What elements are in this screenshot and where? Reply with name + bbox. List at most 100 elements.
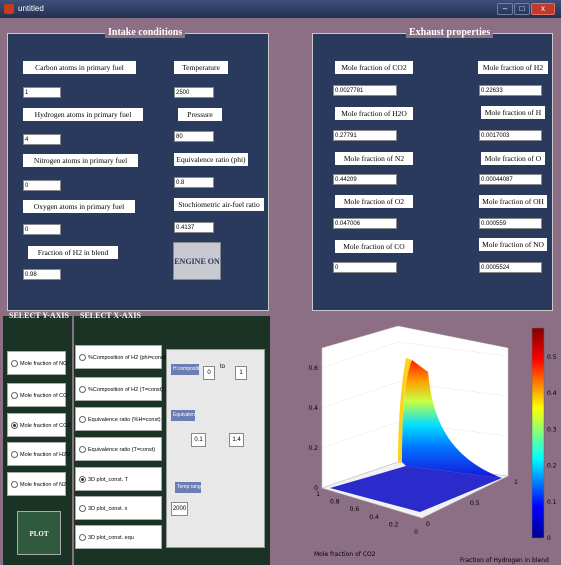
x-option-label: Equivalence ratio (T=const) xyxy=(88,447,156,453)
n2-value: 0.44209 xyxy=(333,174,397,185)
eq-from-input[interactable]: 0.1 xyxy=(191,433,206,447)
close-button[interactable]: x xyxy=(531,3,555,15)
range-controls: H composition 0 to 1 Equivalence 0.1 1.4… xyxy=(166,349,265,548)
plot-graph-button[interactable]: PLOT GRAPH xyxy=(17,511,61,555)
y-tick-label: 0.8 xyxy=(330,499,340,506)
engine-on-button[interactable]: ENGINE ON xyxy=(173,242,221,280)
carbon-atoms-label: Carbon atoms in primary fuel xyxy=(23,61,136,74)
x-option-equ-t[interactable]: Equivalence ratio (T=const) xyxy=(75,437,162,461)
radio-selected-icon xyxy=(11,422,18,429)
radio-icon xyxy=(79,534,86,541)
y-tick-label: 0.4 xyxy=(369,514,379,521)
equivalence-tag: Equivalence xyxy=(171,410,195,421)
y-option-label: Mole fraction of N2 xyxy=(20,482,67,488)
h2-fraction-label: Fraction of H2 in blend xyxy=(28,246,118,259)
intake-panel-title: Intake conditions xyxy=(105,27,186,38)
x-option-label: 3D plot_const. x xyxy=(88,506,128,512)
colorbar-tick-label: 0.5 xyxy=(547,354,557,361)
oxygen-atoms-input[interactable]: 0 xyxy=(23,224,61,235)
radio-icon xyxy=(11,451,18,458)
x-option-label: 3D plot_const. equ xyxy=(88,535,134,541)
y-option-co[interactable]: Mole fraction of CO xyxy=(7,383,67,407)
y-option-co2[interactable]: Mole fraction of CO2 xyxy=(7,413,70,437)
oh-value: 0.000559 xyxy=(479,218,542,229)
x-option-label: %Composition of H2 (T=const) xyxy=(88,387,164,393)
radio-selected-icon xyxy=(79,476,86,483)
x-option-equ-h[interactable]: Equivalence ratio (%H=const) xyxy=(75,407,162,431)
y-option-h2o[interactable]: Mole fraction of H2O xyxy=(7,442,70,466)
o2-value: 0.047006 xyxy=(333,218,397,229)
h-value: 0.0017003 xyxy=(479,130,542,141)
window-titlebar: untitled – □ x xyxy=(0,0,561,18)
colorbar-tick-label: 0.3 xyxy=(547,426,557,433)
x-option-3d-equ[interactable]: 3D plot_const. equ xyxy=(75,525,162,549)
radio-icon xyxy=(79,446,86,453)
eq-to-input[interactable]: 1.4 xyxy=(229,433,244,447)
y-option-label: Mole fraction of NO xyxy=(20,361,68,367)
x-option-label: Equivalence ratio (%H=const) xyxy=(88,417,161,423)
z-tick-label: 0.6 xyxy=(308,365,318,372)
radio-icon xyxy=(79,354,86,361)
o-value: 0.00044087 xyxy=(479,174,542,185)
afr-label: Stochiometric air-fuel ratio xyxy=(174,198,264,211)
temp-input[interactable]: 2000 xyxy=(171,502,188,516)
y-option-label: Mole fraction of CO2 xyxy=(20,423,71,429)
x-option-label: 3D plot_const. T xyxy=(88,477,128,483)
nitrogen-atoms-input[interactable]: 0 xyxy=(23,180,61,191)
exhaust-panel-title: Exhaust properties xyxy=(406,27,494,38)
co2-label: Mole fraction of CO2 xyxy=(335,61,413,74)
x-option-3d-t[interactable]: 3D plot_const. T xyxy=(75,467,162,491)
z-axis-ticks: 00.20.40.6 xyxy=(308,365,318,492)
y-option-n2[interactable]: Mole fraction of N2 xyxy=(7,472,66,496)
colorbar-tick-label: 0.4 xyxy=(547,390,557,397)
app-icon xyxy=(4,4,14,14)
temp-range-tag: Temp range xyxy=(175,482,201,493)
y-tick-label: 1 xyxy=(316,491,320,498)
exhaust-panel: Exhaust properties Mole fraction of CO2 … xyxy=(312,27,553,311)
maximize-button[interactable]: □ xyxy=(514,3,530,15)
hydrogen-atoms-input[interactable]: 4 xyxy=(23,134,61,145)
minimize-button[interactable]: – xyxy=(497,3,513,15)
radio-icon xyxy=(11,360,18,367)
carbon-atoms-input[interactable]: 1 xyxy=(23,87,61,98)
h-from-input[interactable]: 0 xyxy=(203,366,215,380)
h-to-input[interactable]: 1 xyxy=(235,366,247,380)
colorbar-tick-label: 0.2 xyxy=(547,463,557,470)
y-tick-label: 0.2 xyxy=(389,521,399,528)
colorbar xyxy=(531,327,545,539)
y-option-no[interactable]: Mole fraction of NO xyxy=(7,351,68,375)
oxygen-atoms-label: Oxygen atoms in primary fuel xyxy=(23,200,135,213)
h2-label: Mole fraction of H2 xyxy=(478,61,548,74)
y-tick-label: 0.6 xyxy=(350,506,360,513)
x-option-h2-t[interactable]: %Composition of H2 (T=const) xyxy=(75,377,164,401)
afr-input[interactable]: 0.4137 xyxy=(174,222,214,233)
h2o-value: 0.27791 xyxy=(333,130,397,141)
window-title: untitled xyxy=(18,4,44,13)
to-label: to xyxy=(220,364,226,370)
z-tick-label: 0.4 xyxy=(308,405,318,412)
x-option-label: %Composition of H2 (phi=const) xyxy=(88,355,168,361)
equivalence-ratio-input[interactable]: 0.8 xyxy=(174,177,214,188)
no-value: 0.0005524 xyxy=(479,262,542,273)
temperature-input[interactable]: 2500 xyxy=(174,87,214,98)
pressure-input[interactable]: 80 xyxy=(174,131,214,142)
pressure-label: Pressure xyxy=(178,108,222,121)
x-axis-title: Fraction of Hydrogen in blend xyxy=(460,557,549,564)
x-tick-label: 1 xyxy=(514,479,518,486)
x-option-h2-phi[interactable]: %Composition of H2 (phi=const) xyxy=(75,345,167,369)
x-option-3d-x[interactable]: 3D plot_const. x xyxy=(75,496,162,520)
o2-label: Mole fraction of O2 xyxy=(335,195,413,208)
oh-label: Mole fraction of OH xyxy=(479,195,547,208)
h2-fraction-input[interactable]: 0.98 xyxy=(23,269,61,280)
y-axis-title: Mole fraction of CO2 xyxy=(314,551,376,558)
surface-plot-svg: 0 0.2 0.4 0.6 0 0.5 1 0 0.2 0.4 0.6 0.8 1 Mole fra… xyxy=(308,325,557,564)
x-tick-label: 0 xyxy=(426,521,430,528)
x-tick-label: 0.5 xyxy=(470,500,480,507)
colorbar-tick-label: 0 xyxy=(547,535,551,542)
no-label: Mole fraction of NO xyxy=(479,238,547,251)
equivalence-ratio-label: Equivalence ratio (phi) xyxy=(174,153,248,166)
intake-panel: Intake conditions Carbon atoms in primar… xyxy=(7,27,269,311)
n2-label: Mole fraction of N2 xyxy=(335,152,413,165)
h-label: Mole fraction of H xyxy=(481,106,545,119)
h2-value: 0.22633 xyxy=(479,85,542,96)
